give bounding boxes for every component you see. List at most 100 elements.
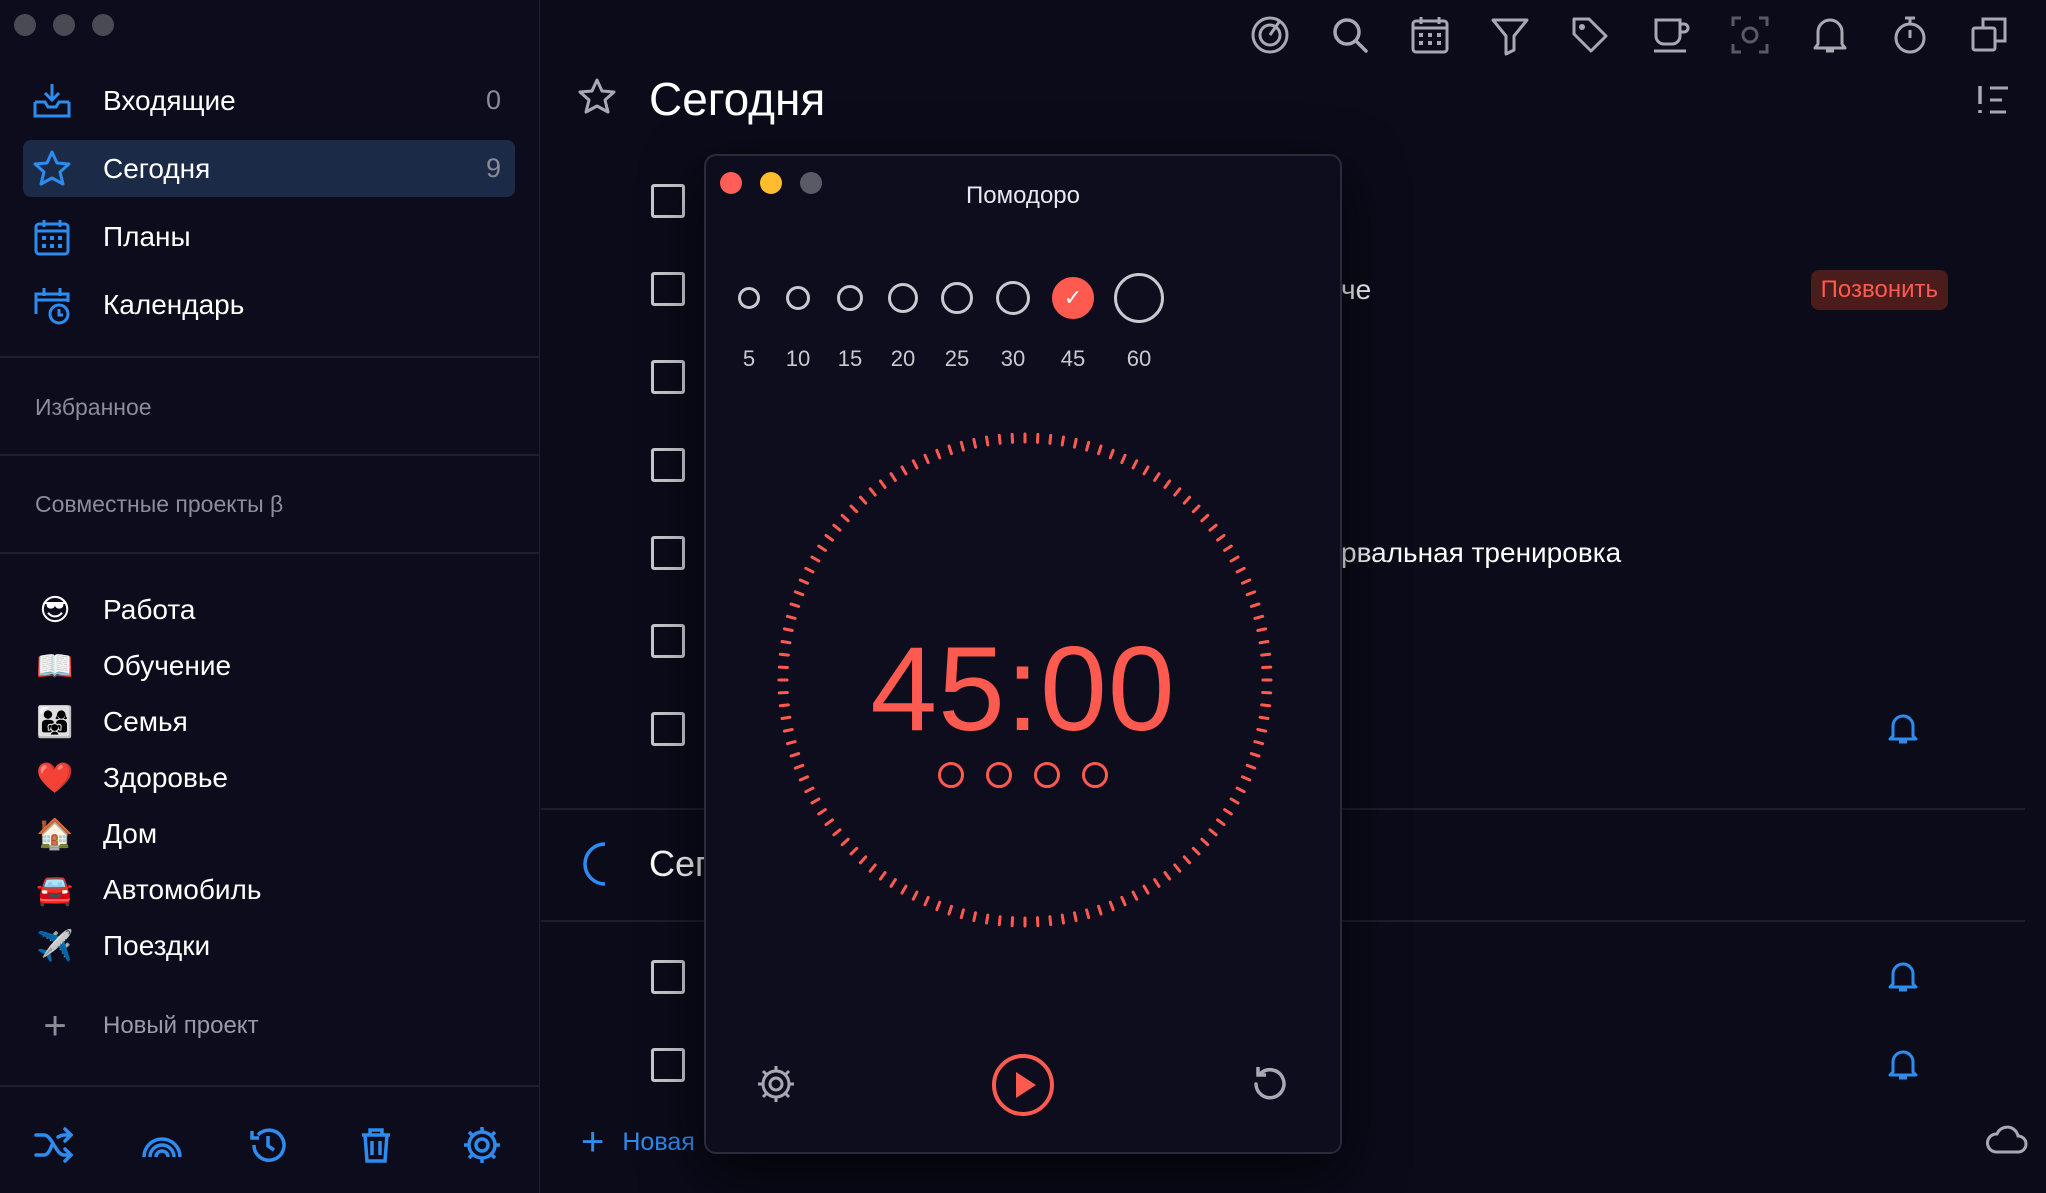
call-badge[interactable]: Позвонить (1810, 270, 1948, 310)
reminder-bell-icon[interactable] (1887, 1048, 1919, 1082)
task-checkbox[interactable] (651, 360, 685, 394)
dial-tick (1253, 614, 1265, 620)
windows-icon[interactable] (1969, 14, 2011, 56)
project-list: 😎 Работа 📖 Обучение 👨‍👩‍👧 Семья ❤️ Здоро… (35, 582, 515, 974)
window-controls (14, 14, 114, 36)
filter-icon[interactable] (1489, 14, 1531, 56)
evening-section-title: Сег (649, 843, 709, 884)
duration-presets: 5 10 15 20 25 30 ✓ 45 60 (706, 266, 1340, 386)
star-icon (578, 78, 616, 114)
project-label: Автомобиль (103, 874, 262, 905)
shuffle-icon[interactable] (32, 1123, 76, 1167)
dial-tick (1240, 578, 1252, 585)
task-checkbox[interactable] (651, 448, 685, 482)
new-project-label: Новый проект (103, 1012, 259, 1039)
preset-ring (996, 281, 1030, 315)
dial-tick (1235, 786, 1246, 794)
timer-settings-gear-icon[interactable] (754, 1062, 798, 1106)
dial-tick (985, 435, 990, 447)
sidebar-divider (0, 552, 540, 554)
project-label: Здоровье (103, 762, 229, 793)
history-icon[interactable] (246, 1123, 290, 1167)
dial-tick (900, 884, 908, 895)
project-item-study[interactable]: 📖 Обучение (35, 638, 515, 694)
project-item-trips[interactable]: ✈️ Поездки (35, 918, 515, 974)
sidebar-item-inbox[interactable]: Входящие 0 (23, 72, 515, 129)
sort-icon[interactable] (1976, 84, 2010, 116)
sidebar-item-count: 0 (485, 85, 501, 115)
project-item-car[interactable]: 🚘 Автомобиль (35, 862, 515, 918)
shared-projects-label[interactable]: Совместные проекты β (35, 491, 283, 518)
reset-icon[interactable] (1248, 1062, 1292, 1106)
dial-tick (824, 818, 834, 827)
cloud-sync-icon[interactable] (1984, 1124, 2028, 1156)
new-project-button[interactable]: + Новый проект (35, 1004, 259, 1048)
project-emoji: ❤️ (36, 760, 74, 796)
project-item-family[interactable]: 👨‍👩‍👧 Семья (35, 694, 515, 750)
dial-tick (1200, 837, 1210, 847)
sidebar-item-plans[interactable]: Планы (23, 208, 515, 265)
dial-tick (1249, 602, 1261, 608)
reminder-bell-icon[interactable] (1887, 712, 1919, 746)
dial-tick (900, 465, 908, 476)
popup-title: Помодоро (966, 182, 1080, 209)
project-emoji: 📖 (36, 648, 74, 684)
rainbow-icon[interactable] (140, 1123, 184, 1167)
preset-45[interactable]: ✓ 45 (1038, 266, 1108, 371)
sidebar-item-today[interactable]: Сегодня 9 (23, 140, 515, 197)
dial-tick (832, 523, 842, 532)
dial-tick (1108, 900, 1115, 912)
project-item-work[interactable]: 😎 Работа (35, 582, 515, 638)
preset-ring (1114, 273, 1164, 323)
plus-icon: + (581, 1120, 605, 1164)
plus-icon: + (43, 1004, 67, 1048)
screenshot-icon[interactable] (1729, 14, 1771, 56)
dial-tick (878, 479, 887, 489)
task-checkbox[interactable] (651, 272, 685, 306)
task-checkbox[interactable] (651, 184, 685, 218)
new-task-button[interactable]: + Новая (581, 1122, 695, 1162)
coffee-icon[interactable] (1649, 14, 1691, 56)
zoom-window-button[interactable] (92, 14, 114, 36)
preset-ring (941, 282, 973, 314)
focus-icon[interactable] (1249, 14, 1291, 56)
task-checkbox[interactable] (651, 624, 685, 658)
task-checkbox[interactable] (651, 1048, 685, 1082)
task-checkbox[interactable] (651, 536, 685, 570)
dial-tick (1072, 437, 1078, 449)
task-checkbox[interactable] (651, 960, 685, 994)
dial-tick (1208, 828, 1218, 837)
dial-tick (935, 900, 942, 912)
settings-gear-icon[interactable] (460, 1123, 504, 1167)
sidebar-item-calendar[interactable]: Календарь (23, 276, 515, 333)
task-title[interactable]: рвальная тренировка (1341, 537, 1621, 569)
dial-tick (1229, 555, 1240, 563)
dial-tick (817, 544, 827, 552)
preset-60[interactable]: 60 (1104, 266, 1174, 371)
project-label: Поездки (103, 930, 211, 961)
dial-tick (1097, 444, 1103, 456)
task-title[interactable]: че (1341, 274, 1371, 306)
play-button[interactable] (990, 1052, 1056, 1118)
bell-icon[interactable] (1809, 14, 1851, 56)
close-window-button[interactable] (14, 14, 36, 36)
preset-ring (738, 287, 760, 309)
minimize-window-button[interactable] (53, 14, 75, 36)
project-item-health[interactable]: ❤️ Здоровье (35, 750, 515, 806)
search-icon[interactable] (1329, 14, 1371, 56)
calendar-grid-icon[interactable] (1409, 14, 1451, 56)
stopwatch-icon[interactable] (1889, 14, 1931, 56)
dial-tick (959, 440, 965, 452)
tag-icon[interactable] (1569, 14, 1611, 56)
dial-tick (972, 911, 978, 923)
favorites-label[interactable]: Избранное (35, 394, 152, 421)
dial-tick (947, 904, 953, 916)
dial-tick (1163, 479, 1172, 489)
trash-icon[interactable] (354, 1123, 398, 1167)
project-item-home[interactable]: 🏠 Дом (35, 806, 515, 862)
dial-tick (997, 433, 1002, 445)
dial-tick (810, 797, 821, 805)
reminder-bell-icon[interactable] (1887, 960, 1919, 994)
preset-ring (888, 283, 918, 313)
task-checkbox[interactable] (651, 712, 685, 746)
